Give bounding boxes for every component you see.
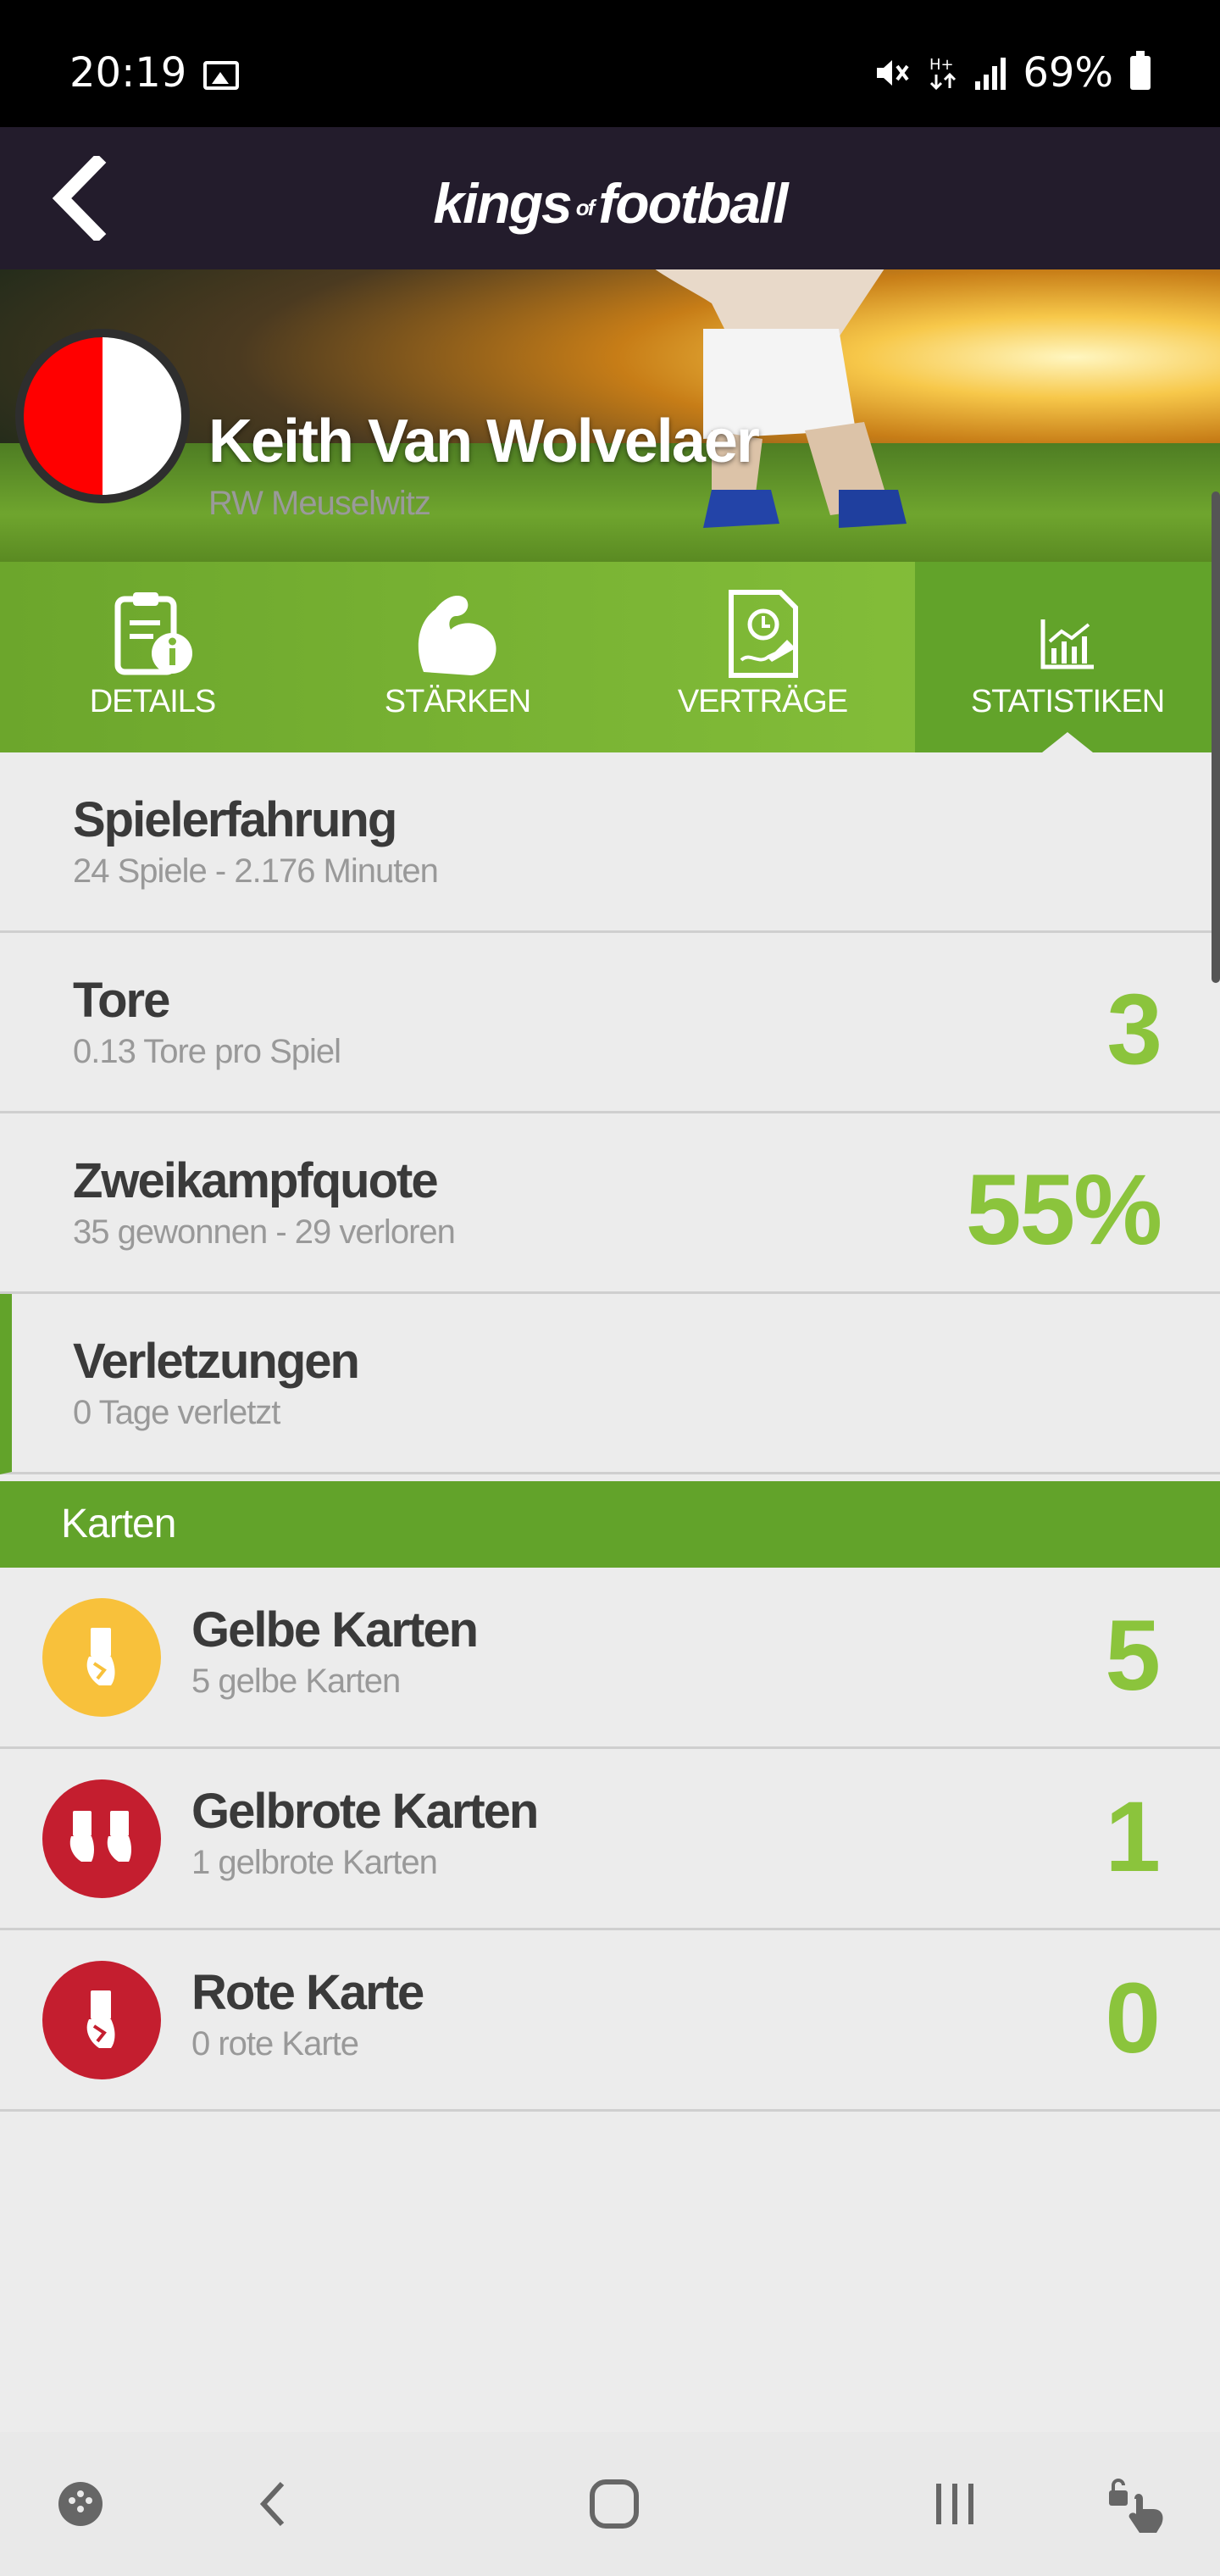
battery-percent: 69% bbox=[1023, 49, 1113, 97]
section-header-karten: Karten bbox=[0, 1481, 1220, 1568]
stat-title: Verletzungen bbox=[73, 1334, 360, 1389]
red-card-icon bbox=[42, 1961, 161, 2079]
player-tabs: DETAILS STÄRKEN VERTRÄGE STATISTIKEN bbox=[0, 562, 1220, 752]
active-tab-indicator bbox=[1042, 732, 1093, 752]
tab-details-label: DETAILS bbox=[89, 684, 217, 719]
card-title: Gelbrote Karten bbox=[191, 1784, 539, 1839]
mute-icon bbox=[877, 60, 909, 86]
svg-text:H+: H+ bbox=[929, 56, 954, 74]
details-icon bbox=[114, 592, 192, 675]
card-title: Rote Karte bbox=[191, 1965, 424, 2020]
game-launcher-button[interactable] bbox=[42, 2466, 119, 2542]
data-icon: H+ bbox=[929, 56, 957, 91]
battery-icon bbox=[1130, 51, 1151, 90]
card-value: 0 bbox=[1105, 1963, 1161, 2074]
stat-value: 3 bbox=[1106, 974, 1162, 1085]
stat-title: Tore bbox=[73, 973, 170, 1028]
status-icons: H+ 69% bbox=[873, 49, 1151, 97]
touch-lock-icon bbox=[1109, 2479, 1163, 2533]
game-launcher-icon bbox=[58, 2482, 103, 2526]
app-logo: kings offootball bbox=[433, 172, 788, 235]
contract-icon bbox=[729, 590, 798, 678]
image-icon bbox=[203, 61, 239, 90]
card-row-gelbrote-karten[interactable]: Gelbrote Karten 1 gelbrote Karten 1 bbox=[0, 1749, 1220, 1930]
card-value: 1 bbox=[1105, 1781, 1161, 1893]
tab-staerken[interactable]: STÄRKEN bbox=[305, 562, 610, 752]
stat-row-tore[interactable]: Tore 0.13 Tore pro Spiel 3 bbox=[0, 933, 1220, 1113]
touch-lock-button[interactable] bbox=[1101, 2466, 1178, 2542]
card-value: 5 bbox=[1105, 1600, 1161, 1712]
hero-player-image bbox=[655, 269, 907, 528]
tab-statistiken[interactable]: STATISTIKEN bbox=[915, 562, 1220, 752]
player-hero: Keith Van Wolvelaer RW Meuselwitz bbox=[0, 269, 1220, 562]
stat-subtitle: 35 gewonnen - 29 verloren bbox=[73, 1213, 456, 1251]
stat-value: 55% bbox=[965, 1154, 1162, 1266]
player-name: Keith Van Wolvelaer bbox=[208, 408, 760, 475]
card-row-gelbe-karten[interactable]: Gelbe Karten 5 gelbe Karten 5 bbox=[0, 1568, 1220, 1749]
status-bar: 20:19 H+ 69% bbox=[0, 0, 1220, 127]
card-subtitle: 1 gelbrote Karten bbox=[191, 1844, 438, 1881]
scrollbar[interactable] bbox=[1212, 491, 1220, 983]
card-list: Gelbe Karten 5 gelbe Karten 5 Gelbrote K… bbox=[0, 1568, 1220, 2112]
club-badge bbox=[15, 329, 190, 503]
card-subtitle: 5 gelbe Karten bbox=[191, 1663, 401, 1700]
tab-statistiken-label: STATISTIKEN bbox=[970, 684, 1165, 719]
app-header: kings offootball bbox=[0, 127, 1220, 269]
tab-staerken-label: STÄRKEN bbox=[384, 684, 531, 719]
tab-vertraege[interactable]: VERTRÄGE bbox=[610, 562, 915, 752]
card-subtitle: 0 rote Karte bbox=[191, 2025, 359, 2062]
status-time: 20:19 bbox=[69, 49, 187, 97]
player-club: RW Meuselwitz bbox=[208, 485, 431, 522]
system-nav-bar bbox=[0, 2432, 1220, 2576]
card-title: Gelbe Karten bbox=[191, 1602, 479, 1657]
stat-title: Spielerfahrung bbox=[73, 792, 397, 847]
card-row-rote-karte[interactable]: Rote Karte 0 rote Karte 0 bbox=[0, 1930, 1220, 2112]
yellow-card-icon bbox=[42, 1598, 161, 1717]
home-icon bbox=[590, 2479, 639, 2529]
back-icon bbox=[259, 2481, 285, 2527]
recents-icon bbox=[936, 2484, 973, 2524]
tab-details[interactable]: DETAILS bbox=[0, 562, 305, 752]
stat-title: Zweikampfquote bbox=[73, 1153, 439, 1208]
yellow-red-card-icon bbox=[42, 1779, 161, 1898]
stat-row-spielerfahrung[interactable]: Spielerfahrung 24 Spiele - 2.176 Minuten bbox=[0, 752, 1220, 933]
chart-icon bbox=[1040, 619, 1094, 669]
stat-subtitle: 0.13 Tore pro Spiel bbox=[73, 1033, 341, 1070]
stat-row-zweikampfquote[interactable]: Zweikampfquote 35 gewonnen - 29 verloren… bbox=[0, 1113, 1220, 1294]
stat-subtitle: 24 Spiele - 2.176 Minuten bbox=[73, 852, 439, 890]
stat-subtitle: 0 Tage verletzt bbox=[73, 1394, 280, 1431]
nav-recents-button[interactable] bbox=[917, 2466, 993, 2542]
nav-back-button[interactable] bbox=[236, 2466, 312, 2542]
strength-icon bbox=[418, 596, 496, 675]
stat-list: Spielerfahrung 24 Spiele - 2.176 Minuten… bbox=[0, 752, 1220, 1474]
stat-row-verletzungen[interactable]: Verletzungen 0 Tage verletzt bbox=[0, 1294, 1220, 1474]
tab-vertraege-label: VERTRÄGE bbox=[677, 684, 848, 719]
nav-home-button[interactable] bbox=[576, 2466, 652, 2542]
signal-icon bbox=[975, 56, 1006, 90]
